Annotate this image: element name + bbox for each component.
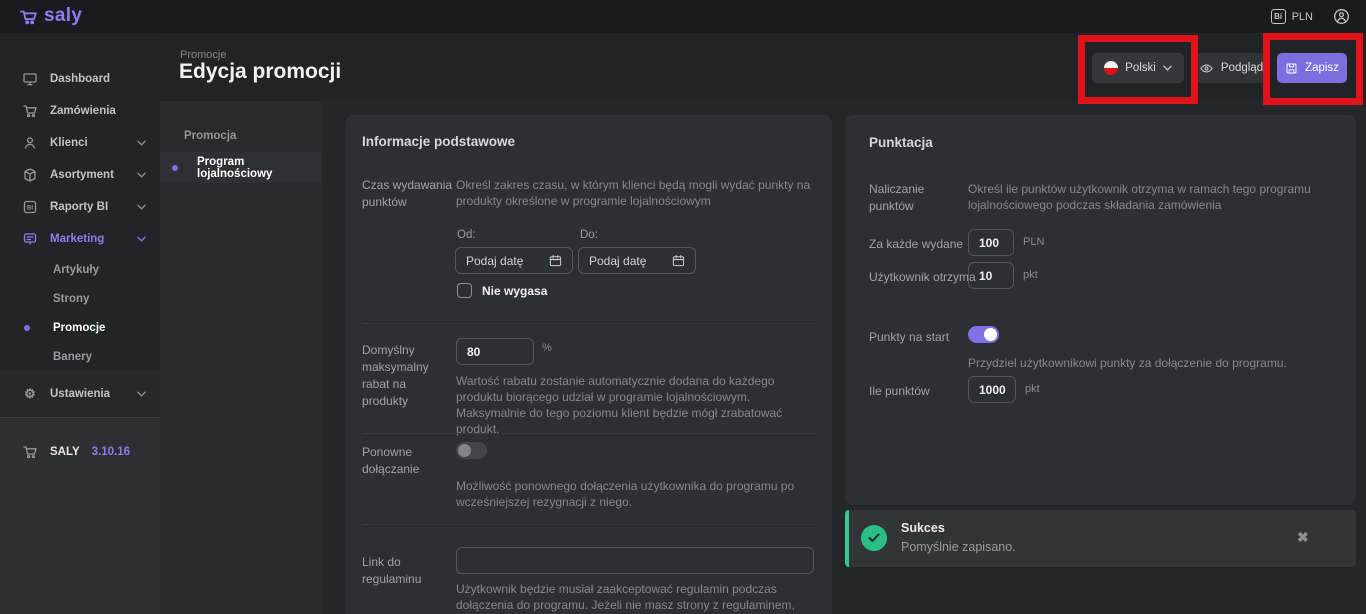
no-expiry-checkbox[interactable] — [457, 283, 472, 298]
bi-icon: Bi — [22, 199, 38, 215]
close-icon[interactable]: ✖ — [1297, 529, 1309, 546]
max-discount-label: Domyślny maksymalny rabat na produkty — [362, 342, 454, 410]
sidebar-item-promocje[interactable]: Promocje — [0, 313, 160, 342]
calendar-icon[interactable] — [672, 254, 685, 267]
page-title: Edycja promocji — [179, 60, 341, 84]
accrual-description: Określ ile punktów użytkownik otrzyma w … — [968, 181, 1336, 213]
save-button[interactable]: Zapisz — [1277, 53, 1347, 83]
terms-link-input[interactable] — [456, 547, 814, 574]
date-from-label: Od: — [457, 229, 476, 241]
card-title: Punktacja — [869, 135, 933, 150]
eye-icon — [1199, 63, 1214, 74]
sidebar-item-marketing[interactable]: Marketing — [0, 223, 160, 255]
start-points-toggle[interactable] — [968, 326, 999, 343]
saly-logo-cart-icon — [18, 7, 40, 25]
no-expiry-label: Nie wygasa — [482, 284, 547, 298]
calendar-icon[interactable] — [549, 254, 562, 267]
chevron-down-icon — [137, 140, 146, 146]
toast-title: Sukces — [901, 521, 945, 535]
subnav-item-promocja[interactable]: Promocja — [160, 121, 322, 151]
person-icon — [22, 135, 38, 151]
poland-flag-icon — [1104, 61, 1118, 75]
topbar: saly Bi PLN — [0, 0, 1366, 33]
account-icon[interactable] — [1333, 8, 1350, 25]
marketing-icon — [22, 231, 38, 247]
issue-time-label: Czas wydawania punktów — [362, 177, 454, 211]
issue-time-description: Określ zakres czasu, w którym klienci bę… — [456, 177, 812, 209]
sidebar-item-raporty-bi[interactable]: Bi Raporty BI — [0, 191, 160, 223]
sidebar-item-asortyment[interactable]: Asortyment — [0, 159, 160, 191]
date-to-input[interactable]: Podaj datę — [578, 247, 696, 274]
terms-link-description: Użytkownik będzie musiał zaakceptować re… — [456, 581, 812, 614]
currency-label: PLN — [1292, 11, 1313, 23]
sidebar-item-banery[interactable]: Banery — [0, 342, 160, 371]
basic-info-card: Informacje podstawowe Czas wydawania pun… — [345, 115, 832, 614]
cart-icon — [22, 444, 38, 460]
success-toast: Sukces Pomyślnie zapisano. ✖ — [845, 510, 1356, 567]
preview-button[interactable]: Podgląd — [1197, 53, 1265, 83]
accrual-label: Naliczanie punktów — [869, 181, 969, 215]
sidebar-item-strony[interactable]: Strony — [0, 284, 160, 313]
sidebar-item-klienci[interactable]: Klienci — [0, 127, 160, 159]
chevron-down-icon — [137, 204, 146, 210]
chevron-down-icon — [137, 172, 146, 178]
sidebar: Dashboard Zamówienia Klienci — [0, 33, 160, 614]
card-title: Informacje podstawowe — [362, 134, 515, 149]
spend-unit: PLN — [1023, 236, 1044, 248]
app-version: 3.10.16 — [92, 446, 130, 458]
cart-icon — [22, 103, 38, 119]
points-count-unit: pkt — [1025, 383, 1040, 395]
currency-icon: Bi — [1271, 9, 1286, 24]
monitor-icon — [22, 71, 38, 87]
package-icon — [22, 167, 38, 183]
app-name: SALY — [50, 446, 80, 458]
divider — [362, 524, 815, 525]
date-from-input[interactable]: Podaj datę — [455, 247, 573, 274]
currency-selector[interactable]: Bi PLN — [1271, 9, 1313, 24]
terms-link-label: Link do regulaminu — [362, 554, 462, 588]
saly-logo-text: saly — [44, 5, 82, 27]
sidebar-item-zamowienia[interactable]: Zamówienia — [0, 95, 160, 127]
spend-input[interactable]: 100 — [968, 229, 1014, 256]
rejoin-description: Możliwość ponownego dołączenia użytkowni… — [456, 478, 812, 510]
chevron-down-icon — [1163, 65, 1172, 71]
rejoin-label: Ponowne dołączanie — [362, 444, 462, 478]
max-discount-description: Wartość rabatu zostanie automatycznie do… — [456, 373, 812, 437]
max-discount-input[interactable]: 80 — [456, 338, 534, 365]
svg-text:Bi: Bi — [27, 205, 33, 212]
start-points-description: Przydziel użytkownikowi punkty za dołącz… — [968, 355, 1336, 371]
gear-icon: ⚙ — [22, 386, 38, 402]
saly-logo[interactable]: saly — [18, 5, 82, 27]
divider — [362, 433, 815, 434]
points-count-input[interactable]: 1000 — [968, 376, 1016, 403]
sidebar-item-dashboard[interactable]: Dashboard — [0, 63, 160, 95]
max-discount-unit: % — [542, 342, 552, 354]
scoring-card: Punktacja Naliczanie punktów Określ ile … — [845, 115, 1356, 505]
sidebar-item-artykuly[interactable]: Artykuły — [0, 255, 160, 284]
success-check-icon — [861, 525, 887, 551]
chevron-down-icon — [137, 391, 146, 397]
language-dropdown[interactable]: Polski — [1092, 53, 1184, 83]
promotion-subnav: Promocja Program lojalnościowy — [160, 101, 322, 614]
start-points-label: Punkty na start — [869, 329, 949, 346]
receive-unit: pkt — [1023, 269, 1038, 281]
spend-label: Za każde wydane — [869, 236, 963, 253]
subnav-item-program-lojalnosciowy[interactable]: Program lojalnościowy — [160, 152, 322, 183]
divider — [362, 323, 815, 324]
receive-input[interactable]: 10 — [968, 262, 1014, 289]
sidebar-footer: SALY 3.10.16 — [0, 417, 160, 614]
toast-message: Pomyślnie zapisano. — [901, 540, 1016, 554]
sidebar-item-ustawienia[interactable]: ⚙ Ustawienia — [0, 370, 160, 417]
points-count-label: Ile punktów — [869, 383, 930, 400]
receive-label: Użytkownik otrzyma — [869, 269, 976, 286]
rejoin-toggle[interactable] — [456, 442, 487, 459]
chevron-down-icon — [137, 236, 146, 242]
date-to-label: Do: — [580, 229, 598, 241]
save-icon — [1285, 62, 1298, 75]
